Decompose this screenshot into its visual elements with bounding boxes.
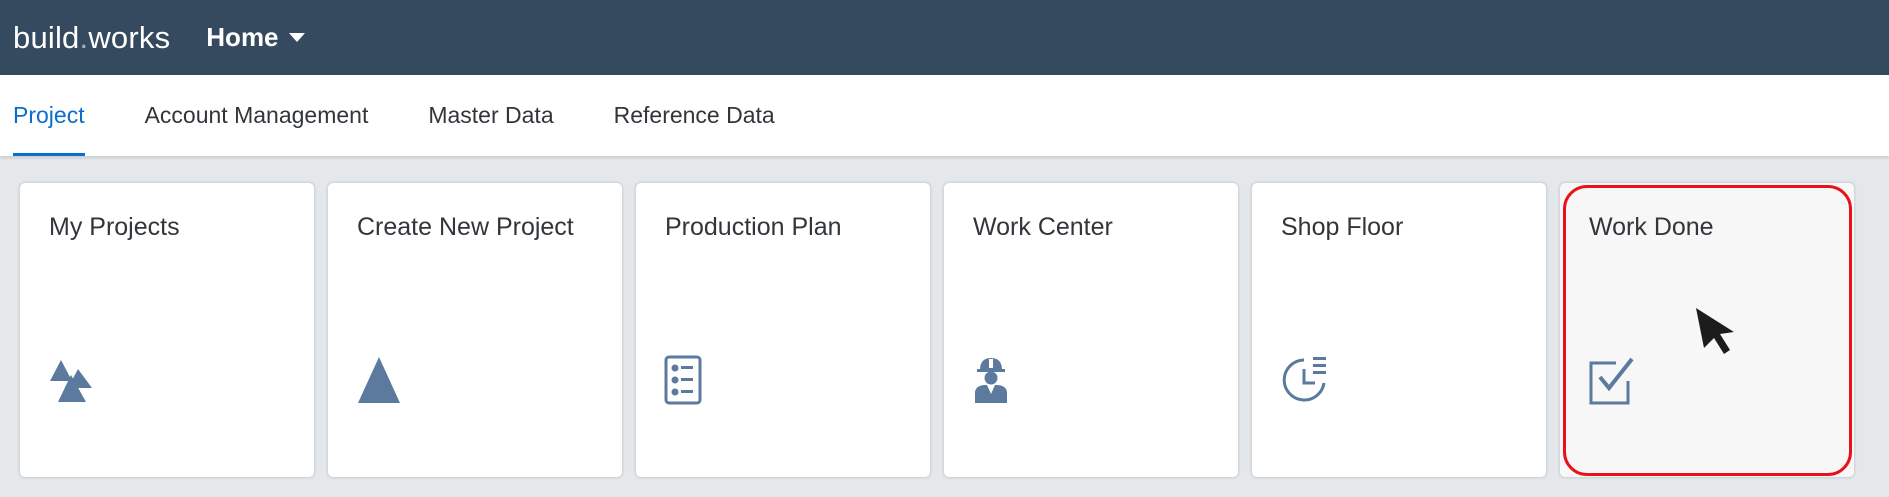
triangle-icon: [356, 355, 410, 409]
tile-title: Production Plan: [665, 213, 842, 241]
clock-list-icon: [1280, 355, 1334, 409]
checklist-icon: [664, 355, 718, 409]
tile-title: Work Done: [1589, 213, 1714, 241]
tab-project[interactable]: Project: [13, 75, 85, 156]
tab-master-data[interactable]: Master Data: [428, 75, 553, 156]
caret-down-icon: [288, 33, 305, 42]
brand-logo[interactable]: build.works: [13, 20, 170, 56]
tile-shop-floor[interactable]: Shop Floor: [1251, 182, 1547, 478]
brand-part1: build: [13, 19, 80, 55]
tile-my-projects[interactable]: My Projects: [19, 182, 315, 478]
tile-title: Work Center: [973, 213, 1113, 241]
home-menu-label: Home: [206, 22, 279, 52]
brand-part2: works: [88, 19, 171, 55]
mouse-cursor-icon: [1694, 306, 1742, 356]
tab-bar: Project Account Management Master Data R…: [0, 75, 1889, 156]
tab-account-management[interactable]: Account Management: [145, 75, 369, 156]
tile-title: Create New Project: [357, 213, 574, 241]
home-menu-button[interactable]: Home: [206, 22, 305, 53]
brand-dot: .: [79, 19, 89, 55]
tile-work-center[interactable]: Work Center: [943, 182, 1239, 478]
mountains-icon: [48, 355, 102, 409]
worker-icon: [972, 355, 1026, 409]
tile-production-plan[interactable]: Production Plan: [635, 182, 931, 478]
tile-title: Shop Floor: [1281, 213, 1404, 241]
tab-reference-data[interactable]: Reference Data: [614, 75, 775, 156]
shell-bar: build.works Home: [0, 0, 1889, 75]
checkbox-icon: [1588, 355, 1642, 409]
tile-create-new-project[interactable]: Create New Project: [327, 182, 623, 478]
tile-title: My Projects: [49, 213, 180, 241]
